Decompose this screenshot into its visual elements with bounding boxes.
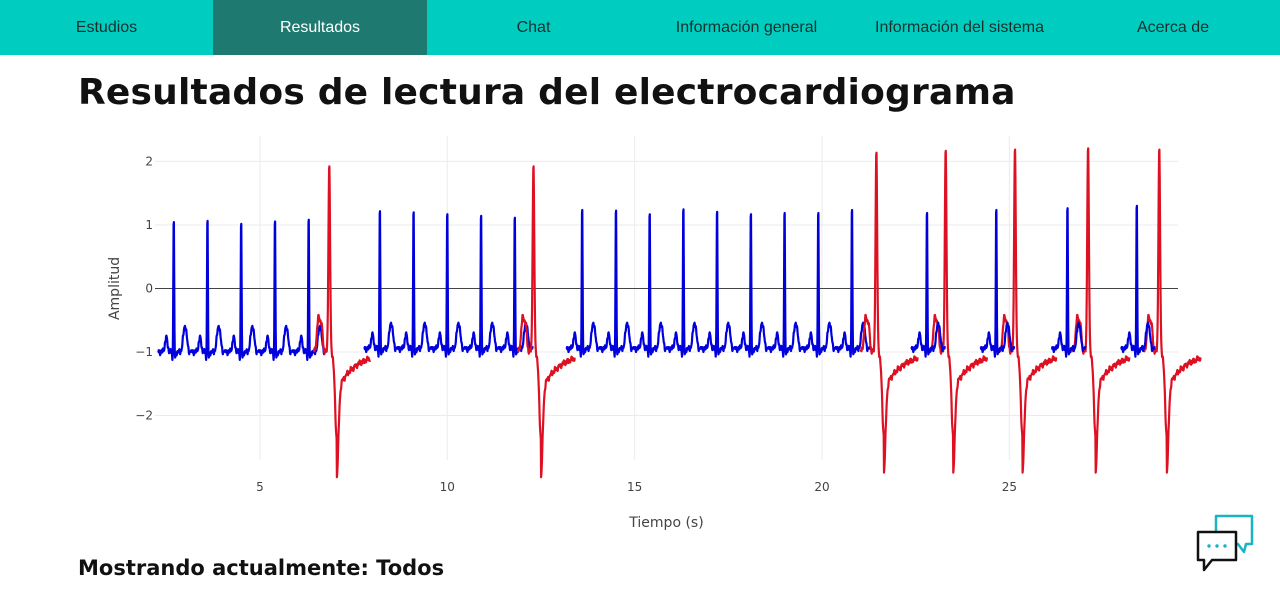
ecg-normal-beat <box>224 222 261 361</box>
page-title: Resultados de lectura del electrocardiog… <box>78 72 1016 113</box>
x-axis-title: Tiempo (s) <box>628 515 703 531</box>
nav-tab-resultados[interactable]: Resultados <box>213 0 427 55</box>
ecg-abnormal-beat <box>1071 147 1131 474</box>
ecg-normal-beat <box>157 221 193 361</box>
x-tick-label: 15 <box>627 480 642 494</box>
x-tick-label: 25 <box>1002 480 1017 494</box>
nav-tab-informacion-del-sistema[interactable]: Información del sistema <box>853 0 1066 55</box>
y-axis-title: Amplitud <box>107 257 123 320</box>
ecg-chart[interactable]: 5 10 15 20 25 2 1 0 −1 −2 Tiempo (s) Amplitud <box>0 130 1280 540</box>
x-tick-label: 20 <box>814 480 829 494</box>
ecg-normal-beat <box>363 210 399 358</box>
ecg-traces <box>157 147 1202 479</box>
top-navbar: Estudios Resultados Chat Información gen… <box>0 0 1280 55</box>
nav-tab-chat[interactable]: Chat <box>427 0 640 55</box>
nav-tab-estudios[interactable]: Estudios <box>0 0 213 55</box>
ecg-normal-beat <box>768 211 804 358</box>
ecg-abnormal-beat <box>929 149 988 474</box>
nav-tab-acerca-de[interactable]: Acerca de <box>1066 0 1280 55</box>
ecg-normal-beat <box>190 219 227 361</box>
status-prefix: Mostrando actualmente: <box>78 556 369 580</box>
ecg-normal-beat <box>734 213 770 358</box>
ecg-normal-beat <box>292 218 328 361</box>
ecg-normal-beat <box>801 211 838 358</box>
ecg-normal-beat <box>633 213 669 358</box>
ecg-abnormal-beat <box>312 165 372 479</box>
ecg-normal-beat <box>1050 207 1087 358</box>
ecg-normal-beat <box>599 209 635 358</box>
ecg-normal-beat <box>700 210 736 358</box>
ecg-normal-beat <box>910 211 946 358</box>
ecg-normal-beat <box>258 220 294 361</box>
ecg-abnormal-beat <box>859 151 919 474</box>
current-filter-status: Mostrando actualmente: Todos <box>78 556 444 580</box>
ecg-normal-beat <box>1120 204 1156 358</box>
ecg-normal-beat <box>397 211 433 358</box>
status-value: Todos <box>376 556 445 580</box>
x-tick-label: 5 <box>256 480 264 494</box>
y-tick-label: 0 <box>145 281 153 295</box>
y-tick-label: −2 <box>135 409 153 423</box>
y-tick-label: 2 <box>145 154 153 168</box>
ecg-normal-beat <box>666 208 703 358</box>
ecg-abnormal-beat <box>1142 148 1202 474</box>
ecg-normal-beat <box>565 208 602 358</box>
ecg-normal-beat <box>430 213 467 358</box>
y-tick-label: −1 <box>135 345 153 359</box>
x-tick-label: 10 <box>440 480 455 494</box>
nav-tab-informacion-general[interactable]: Información general <box>640 0 853 55</box>
chat-bubbles-icon[interactable] <box>1194 512 1256 574</box>
ecg-chart-svg[interactable]: 5 10 15 20 25210−1−2 Tiempo (s) Amplitud <box>0 130 1280 540</box>
y-tick-label: 1 <box>145 218 153 232</box>
ecg-abnormal-beat <box>998 148 1058 474</box>
ecg-normal-beat <box>464 214 500 358</box>
